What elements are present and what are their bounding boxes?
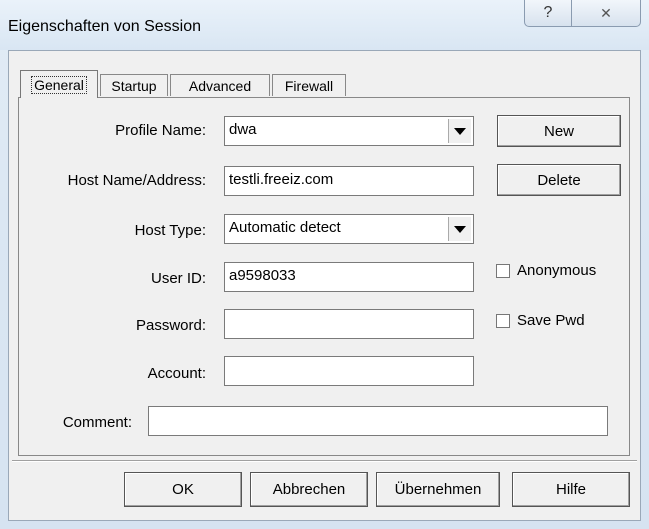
chevron-down-icon [454, 225, 466, 233]
user-id-field[interactable]: a9598033 [224, 262, 474, 292]
anonymous-checkbox[interactable] [496, 264, 510, 278]
question-icon: ? [543, 4, 553, 21]
comment-field[interactable] [148, 406, 608, 436]
chevron-down-icon [454, 127, 466, 135]
password-field[interactable] [224, 309, 474, 339]
apply-button[interactable]: Übernehmen [376, 472, 500, 507]
delete-button[interactable]: Delete [497, 164, 621, 196]
window-title: Eigenschaften von Session [8, 18, 202, 35]
profile-name-combo[interactable]: dwa [224, 116, 474, 146]
host-type-value: Automatic detect [229, 219, 341, 236]
new-button[interactable]: New [497, 115, 621, 147]
ok-button[interactable]: OK [124, 472, 242, 507]
help-caption-button[interactable]: ? [524, 0, 572, 27]
tab-label: Advanced [188, 77, 252, 94]
tab-advanced[interactable]: Advanced [170, 74, 270, 96]
tab-firewall[interactable]: Firewall [272, 74, 346, 96]
tab-label: General [31, 75, 87, 94]
save-pwd-checkbox[interactable] [496, 314, 510, 328]
host-type-dropdown[interactable] [448, 217, 471, 241]
account-field[interactable] [224, 356, 474, 386]
host-type-combo[interactable]: Automatic detect [224, 214, 474, 244]
profile-name-value: dwa [229, 121, 257, 138]
tab-label: Startup [111, 77, 157, 94]
tab-general[interactable]: General [20, 70, 98, 98]
help-button[interactable]: Hilfe [512, 472, 630, 507]
close-icon: ✕ [600, 4, 612, 21]
cancel-button[interactable]: Abbrechen [250, 472, 368, 507]
profile-name-dropdown[interactable] [448, 119, 471, 143]
tab-startup[interactable]: Startup [100, 74, 168, 96]
host-field[interactable]: testli.freeiz.com [224, 166, 474, 196]
footer-divider [12, 460, 637, 462]
tab-label: Firewall [284, 77, 334, 94]
close-button[interactable]: ✕ [571, 0, 641, 27]
